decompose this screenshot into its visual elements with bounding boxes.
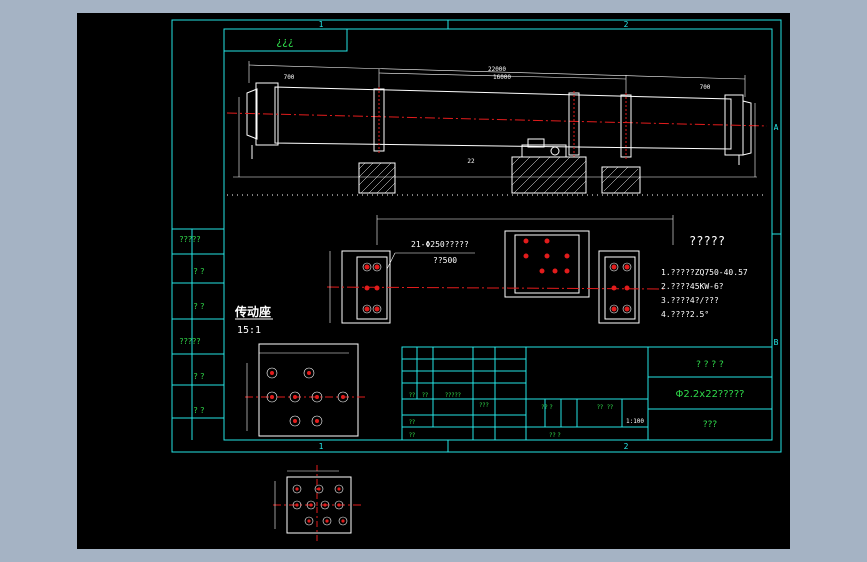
tech-requirement-item: 4.????2.5° <box>661 310 709 319</box>
left-column-label: ????? <box>179 337 200 346</box>
cad-viewport[interactable]: 1 2 1 2 A B ¿¿¿ ????? ? ? ? ? ????? ? ? … <box>77 13 790 549</box>
title-block-cell: ?? ? <box>541 404 552 411</box>
zone-label-bottom-2: 2 <box>624 442 629 451</box>
title-block-drawing-no: ??? <box>703 420 718 430</box>
base-callout-line2: ??500 <box>433 256 457 265</box>
title-code-label: ¿¿¿ <box>276 35 294 48</box>
title-block-company: ? ? ? ? <box>696 360 724 370</box>
dim-overall: 22000 <box>488 66 506 73</box>
title-block-part-name: Φ2.2x22????? <box>676 389 745 400</box>
tech-requirement-item: 3.????4?/??? <box>661 296 719 305</box>
dim-right-end: 700 <box>700 84 711 91</box>
title-block-cell: ?? <box>409 392 415 399</box>
base-plan-views: 21-Φ250????? ??500 <box>326 215 674 324</box>
kiln-centerline <box>226 112 768 127</box>
tech-requirement-item: 2.????45KW-6? <box>661 282 724 291</box>
zone-label-right-b: B <box>774 338 779 347</box>
title-block-cell: ????? <box>445 392 461 399</box>
dim-mid: 22 <box>467 158 475 165</box>
left-column-label: ? ? <box>193 302 204 311</box>
anchor-holes <box>364 238 630 312</box>
title-block-cell: ?? ? <box>549 432 560 439</box>
title-block-cell: ?? <box>422 392 428 399</box>
loose-base-detail <box>273 465 363 543</box>
left-column-label: ? ? <box>193 267 204 276</box>
detail-view-title: 传动座 <box>234 304 271 319</box>
title-block-cell: ?? <box>597 404 603 411</box>
dim-left-end: 700 <box>284 74 295 81</box>
title-block-scale: 1:100 <box>626 418 644 425</box>
dim-span: 16000 <box>493 74 511 81</box>
detail-view: 传动座 15:1 <box>234 304 367 437</box>
tech-requirement-item: 1.?????ZQ750-40.57 <box>661 268 748 277</box>
zone-label-top-1: 1 <box>319 20 324 29</box>
title-block-cell: ?? <box>607 404 613 411</box>
kiln-assembly-drawing: 1 2 1 2 A B ¿¿¿ ????? ? ? ? ? ????? ? ? … <box>171 19 782 543</box>
tech-requirements-title: ????? <box>689 234 725 248</box>
tech-requirements: ????? 1.?????ZQ750-40.57 2.????45KW-6? 3… <box>661 234 748 319</box>
left-column-label: ? ? <box>193 406 204 415</box>
zone-label-right-a: A <box>774 123 779 132</box>
left-column-label: ? ? <box>193 372 204 381</box>
base-callout-line1: 21-Φ250????? <box>411 240 469 249</box>
kiln-elevation: 22000 16000 700 700 22 <box>226 61 768 196</box>
zone-label-bottom-1: 1 <box>319 442 324 451</box>
zone-label-top-2: 2 <box>624 20 629 29</box>
detail-view-scale: 15:1 <box>237 325 261 336</box>
title-block-cell: ?? <box>409 419 415 426</box>
title-block-cell: ??? <box>479 402 489 409</box>
title-block-cell: ?? <box>409 432 415 439</box>
left-column-label: ????? <box>179 235 200 244</box>
title-block: ? ? ? ? Φ2.2x22????? ??? 1:100 ?? ?? ???… <box>401 346 773 441</box>
